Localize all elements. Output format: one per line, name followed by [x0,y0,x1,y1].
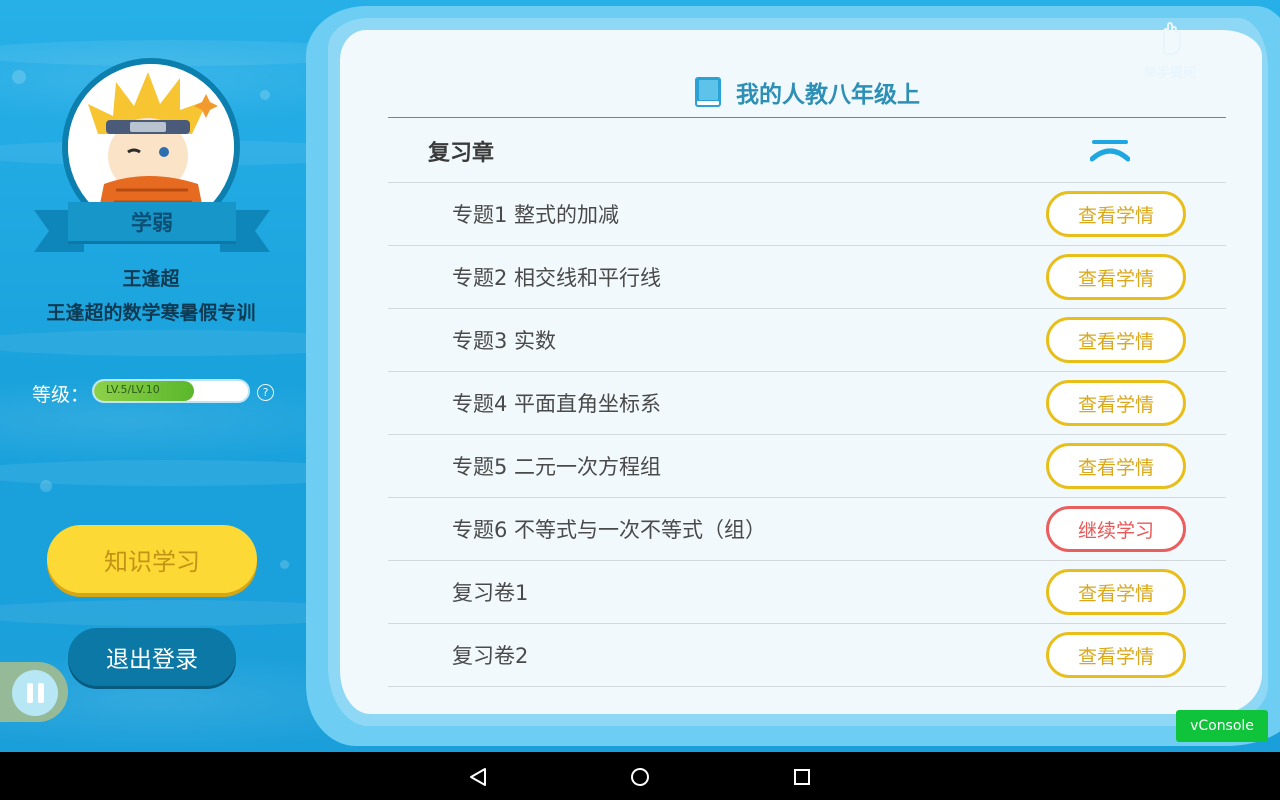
vconsole-button[interactable]: vConsole [1176,710,1268,742]
hand-icon [1163,21,1181,55]
topic-title: 专题3 实数 [452,329,557,353]
topic-list: 复习章 专题1 整式的加减 查看学情 专题2 相交线和平行线 查看学情 专题3 … [388,119,1226,687]
view-progress-button[interactable]: 查看学情 [1046,380,1186,426]
continue-learning-button[interactable]: 继续学习 [1046,506,1186,552]
chapter-title: 复习章 [428,140,495,166]
topic-title: 专题6 不等式与一次不等式（组） [452,518,767,542]
list-item[interactable]: 专题2 相交线和平行线 查看学情 [388,246,1226,309]
bubble-decoration [280,560,289,569]
knowledge-study-button[interactable]: 知识学习 [47,525,257,593]
list-item[interactable]: 复习卷1 查看学情 [388,561,1226,624]
view-progress-button[interactable]: 查看学情 [1046,317,1186,363]
view-progress-button[interactable]: 查看学情 [1046,632,1186,678]
course-title: 我的人教八年级上 [736,81,920,108]
topic-title: 专题2 相交线和平行线 [452,266,662,290]
back-icon[interactable] [470,768,486,786]
help-icon[interactable]: ? [257,384,274,401]
bubble-decoration [260,90,270,100]
bubble-decoration [40,480,52,492]
pause-bar [37,683,44,703]
list-item[interactable]: 专题5 二元一次方程组 查看学情 [388,435,1226,498]
raise-hand-button[interactable]: 举手提问 [1140,21,1200,82]
topic-title: 复习卷2 [452,644,529,668]
view-progress-button[interactable]: 查看学情 [1046,443,1186,489]
topic-title: 专题5 二元一次方程组 [452,455,662,479]
bubble-decoration [12,70,26,84]
level-text: LV.5/LV.10 [106,383,160,396]
list-item[interactable]: 专题3 实数 查看学情 [388,309,1226,372]
topic-title: 专题4 平面直角坐标系 [452,392,662,416]
list-item[interactable]: 专题6 不等式与一次不等式（组） 继续学习 [388,498,1226,561]
list-item[interactable]: 复习卷2 查看学情 [388,624,1226,687]
chevron-up-icon[interactable] [1089,139,1131,163]
book-icon [694,76,722,108]
list-item[interactable]: 专题4 平面直角坐标系 查看学情 [388,372,1226,435]
view-progress-button[interactable]: 查看学情 [1046,191,1186,237]
view-progress-button[interactable]: 查看学情 [1046,569,1186,615]
view-progress-button[interactable]: 查看学情 [1046,254,1186,300]
pause-bar [26,683,33,703]
app-screen: 我的人教八年级上 举手提问 复习章 专题1 整式的加减 查看学情 专题2 相交线… [0,0,1280,752]
home-icon[interactable] [631,768,649,786]
user-name: 王逢超 [122,268,180,290]
rank-ribbon: 学弱 [68,202,236,244]
topic-title: 复习卷1 [452,581,529,605]
topic-title: 专题1 整式的加减 [452,203,620,227]
android-navigation-bar [0,752,1280,800]
rank-badge: 学弱 [131,210,173,235]
level-label: 等级： [32,384,90,406]
course-name: 王逢超的数学寒暑假专训 [46,302,256,324]
chapter-header[interactable]: 复习章 [388,119,1226,183]
level-progress-bar: LV.5/LV.10 [92,379,250,403]
recents-icon[interactable] [794,769,810,785]
raise-hand-label: 举手提问 [1143,66,1196,81]
course-header: 我的人教八年级上 [388,66,1226,118]
logout-button[interactable]: 退出登录 [68,628,236,686]
list-item[interactable]: 专题1 整式的加减 查看学情 [388,183,1226,246]
pause-icon[interactable] [12,670,58,716]
